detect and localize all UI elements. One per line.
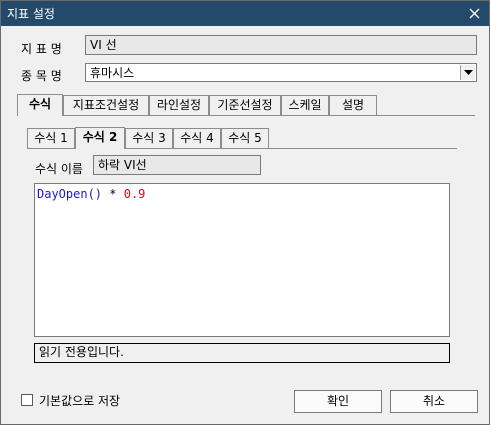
formula-function-token: DayOpen() (37, 187, 103, 201)
formula-operator-token: * (102, 187, 124, 201)
ok-button[interactable]: 확인 (294, 390, 382, 413)
tab-formula-5[interactable]: 수식 5 (221, 128, 269, 148)
tab-line-settings[interactable]: 라인설정 (149, 95, 209, 115)
save-as-default-label: 기본값으로 저장 (39, 394, 121, 408)
dropdown-arrow-button[interactable] (460, 65, 475, 80)
chevron-down-icon (463, 69, 473, 75)
close-button[interactable] (459, 1, 489, 26)
tab-formula-4[interactable]: 수식 4 (173, 128, 221, 148)
main-tabs-divider (17, 115, 475, 116)
window-title: 지표 설정 (7, 7, 55, 21)
stock-name-combobox[interactable]: 휴마시스 (85, 63, 477, 82)
tab-scale[interactable]: 스케일 (281, 95, 329, 115)
indicator-settings-dialog: 지표 설정 지 표 명 VI 선 종 목 명 휴마시스 수식 지표조건설정 라인… (0, 0, 490, 425)
formula-name-field: 하락 VI선 (93, 155, 261, 175)
tab-formula-3[interactable]: 수식 3 (125, 128, 173, 148)
tab-indicator-condition[interactable]: 지표조건설정 (63, 95, 149, 115)
tab-description[interactable]: 설명 (329, 95, 377, 115)
read-only-status: 읽기 전용입니다. (34, 343, 450, 363)
title-bar[interactable]: 지표 설정 (1, 1, 489, 26)
tab-formula-2[interactable]: 수식 2 (75, 127, 125, 149)
close-icon (469, 8, 479, 19)
tab-formula-1[interactable]: 수식 1 (27, 128, 75, 148)
tab-baseline-settings[interactable]: 기준선설정 (209, 95, 281, 115)
save-as-default-checkbox[interactable] (21, 394, 33, 406)
cancel-button[interactable]: 취소 (390, 390, 478, 413)
indicator-name-label: 지 표 명 (21, 42, 62, 56)
indicator-name-field: VI 선 (85, 35, 477, 55)
tab-formula[interactable]: 수식 (17, 94, 63, 116)
formula-editor[interactable]: DayOpen() * 0.9 (34, 183, 450, 337)
formula-number-token: 0.9 (123, 187, 146, 201)
stock-name-value: 휴마시스 (90, 66, 135, 80)
formula-name-label: 수식 이름 (35, 162, 83, 176)
stock-name-label: 종 목 명 (21, 69, 62, 83)
